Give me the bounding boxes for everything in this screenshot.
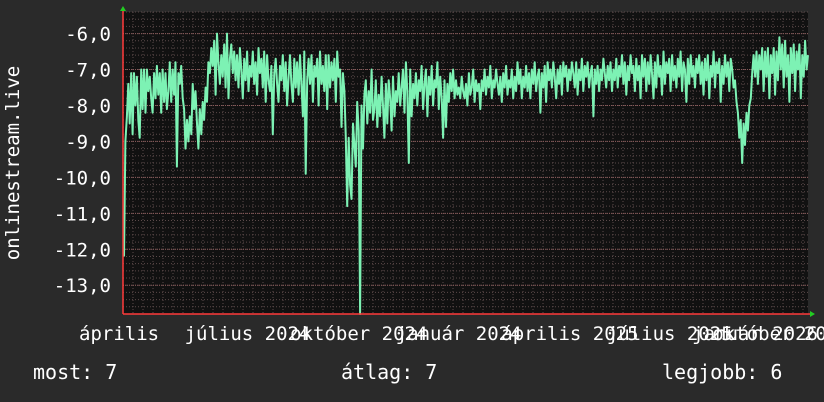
y-tick-label: -11,0: [54, 203, 111, 225]
x-tick-label: január 2026: [692, 323, 818, 345]
y-tick-label: -7,0: [65, 60, 111, 82]
y-tick-label: -10,0: [54, 167, 111, 189]
stat-average: átlag: 7: [341, 360, 437, 384]
y-axis-arrow: [120, 6, 126, 11]
stat-current: most: 7: [33, 360, 117, 384]
stat-best-label: legjobb:: [662, 360, 759, 384]
stat-current-value: 7: [105, 360, 118, 384]
stats-bar: most: 7 átlag: 7 legjobb: 6: [0, 360, 824, 390]
x-tick-label: április: [79, 323, 159, 345]
y-tick-label: -6,0: [65, 24, 111, 46]
stat-average-label: átlag:: [341, 360, 414, 384]
stat-average-value: 7: [425, 360, 438, 384]
y-tick-label: -9,0: [65, 131, 111, 153]
stat-best: legjobb: 6: [662, 360, 782, 384]
stat-current-label: most:: [33, 360, 94, 384]
x-axis-arrow: [810, 311, 815, 317]
y-tick-label: -13,0: [54, 275, 111, 297]
line-chart: -6,0 -7,0 -8,0 -9,0 -10,0 -11,0 -12,0 -13,0 ápr…: [2, 6, 824, 345]
y-axis-title: onlinestream.live: [2, 66, 24, 260]
y-tick-label: -8,0: [65, 95, 111, 117]
y-tick-label: -12,0: [54, 239, 111, 261]
x-axis-ticks: április július 2024október 2024január 202…: [79, 323, 824, 345]
stat-best-value: 6: [770, 360, 783, 384]
